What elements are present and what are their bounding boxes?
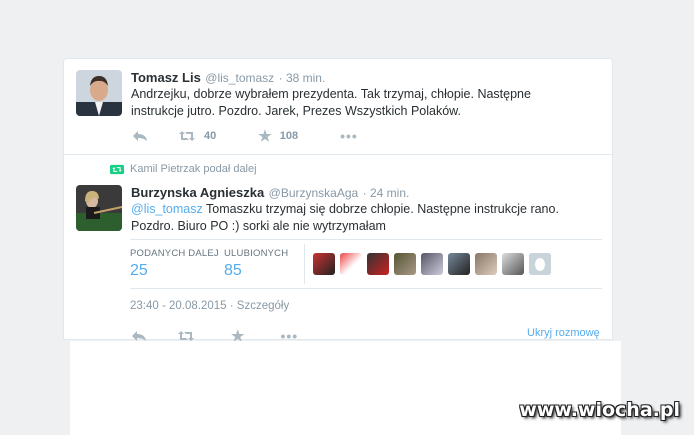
separator: · [229, 300, 237, 312]
tweet-text-line: @lis_tomasz Tomaszku trzymaj się dobrze … [131, 201, 559, 218]
retweet-icon [110, 164, 124, 174]
tweet-text-line: instrukcje jutro. Pozdro. Jarek, Prezes … [131, 104, 461, 118]
retweet-count: 40 [204, 130, 217, 142]
avatar[interactable] [421, 253, 443, 275]
favorites-stat[interactable]: ULUBIONYCH 85 [224, 248, 288, 280]
avatar[interactable] [340, 253, 362, 275]
default-egg-icon [535, 257, 545, 271]
stat-label: PODANYCH DALEJ [130, 248, 219, 259]
tweet-card-tomasz-lis: Tomasz Lis @lis_tomasz · 38 min. Andrzej… [63, 58, 613, 155]
details-link[interactable]: Szczegóły [237, 300, 289, 312]
author-name[interactable]: Tomasz Lis [131, 70, 201, 85]
tweet-actions: 40 ★ 108 ••• [132, 127, 358, 145]
avatar[interactable] [76, 70, 122, 116]
retweet-button[interactable]: 40 [178, 130, 216, 142]
tweet-text: @lis_tomasz Tomaszku trzymaj się dobrze … [131, 201, 559, 235]
tweet-text-line: Pozdro. Biuro PO :) sorki ale nie wytrzy… [131, 219, 386, 233]
favorite-button[interactable]: ★ 108 [258, 127, 298, 145]
avatar[interactable] [394, 253, 416, 275]
author-handle[interactable]: @lis_tomasz [205, 71, 274, 85]
tweet-timestamp-row: 23:40 - 20.08.2015 · Szczegóły [130, 300, 289, 312]
tweet-timestamp: 23:40 - 20.08.2015 [130, 300, 227, 312]
hide-conversation-link[interactable]: Ukryj rozmowę [527, 327, 600, 339]
tweet-text-part: Tomaszku trzymaj się dobrze chłopie. Nas… [206, 202, 559, 216]
avatar[interactable] [448, 253, 470, 275]
avatar[interactable] [529, 253, 551, 275]
tweet-card-burzynska: Kamil Pietrzak podał dalej Burzynska Agn… [63, 154, 613, 340]
more-icon: ••• [340, 128, 358, 144]
tweet-time[interactable]: · 38 min. [279, 71, 326, 85]
stats-divider [304, 244, 305, 284]
reply-button[interactable] [132, 130, 148, 142]
author-name[interactable]: Burzynska Agnieszka [131, 185, 264, 200]
tweet-time[interactable]: · 24 min. [363, 186, 410, 200]
tweet-header: Tomasz Lis @lis_tomasz · 38 min. [131, 69, 325, 87]
avatar[interactable] [475, 253, 497, 275]
reply-icon [133, 131, 147, 141]
mention-link[interactable]: @lis_tomasz [131, 202, 203, 216]
retweet-context: Kamil Pietrzak podał dalej [110, 163, 257, 175]
favorite-count: 108 [279, 130, 299, 142]
retweet-context-text[interactable]: Kamil Pietrzak podał dalej [130, 163, 257, 175]
avatar[interactable] [76, 185, 122, 231]
stat-value: 25 [130, 262, 148, 279]
avatar[interactable] [502, 253, 524, 275]
author-handle[interactable]: @BurzynskaAga [269, 186, 359, 200]
tweet-text: Andrzejku, dobrze wybrałem prezydenta. T… [131, 86, 531, 120]
watermark: www.wiocha.pl [519, 399, 680, 421]
stat-value: 85 [224, 262, 242, 279]
retweet-icon [179, 131, 195, 141]
retweets-stat[interactable]: PODANYCH DALEJ 25 [130, 248, 219, 280]
tweet-text-line: Andrzejku, dobrze wybrałem prezydenta. T… [131, 87, 531, 101]
more-button[interactable]: ••• [340, 128, 358, 144]
stat-label: ULUBIONYCH [224, 248, 289, 259]
star-icon: ★ [258, 128, 272, 145]
avatar[interactable] [313, 253, 335, 275]
avatar[interactable] [367, 253, 389, 275]
tweet-header: Burzynska Agnieszka @BurzynskaAga · 24 m… [131, 184, 409, 202]
